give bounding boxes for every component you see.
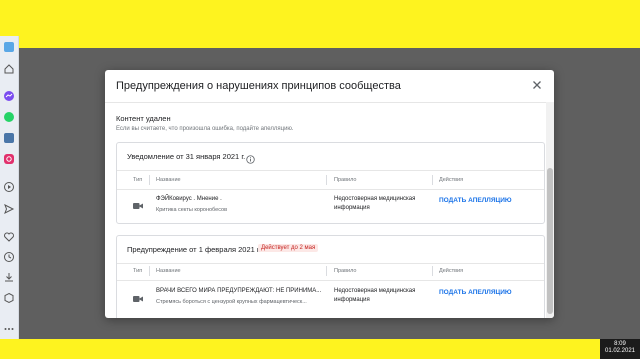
info-icon[interactable] xyxy=(246,151,255,164)
close-icon[interactable] xyxy=(530,78,544,92)
dialog-title: Предупреждения о нарушениях принципов со… xyxy=(116,80,401,92)
notice-card: Уведомление от 31 января 2021 г. Тип Наз… xyxy=(116,142,545,224)
card-heading: Уведомление от 31 января 2021 г. xyxy=(127,152,246,161)
more-icon[interactable] xyxy=(2,322,16,336)
home-icon[interactable] xyxy=(2,62,16,76)
dialog-header: Предупреждения о нарушениях принципов со… xyxy=(105,70,554,103)
clock-time: 8:09 xyxy=(614,341,626,347)
grid-icon[interactable] xyxy=(2,40,16,54)
appeal-button[interactable]: ПОДАТЬ АПЕЛЛЯЦИЮ xyxy=(439,289,512,296)
section-title: Контент удален xyxy=(116,114,171,123)
vk-icon[interactable] xyxy=(2,131,16,145)
divider xyxy=(117,280,544,281)
column-type: Тип xyxy=(133,268,143,274)
column-actions: Действия xyxy=(439,177,464,183)
column-separator xyxy=(149,175,150,185)
column-name: Название xyxy=(156,268,181,274)
row-title[interactable]: ФЭЙКовирус . Мнение . xyxy=(156,196,222,202)
column-separator xyxy=(149,266,150,276)
send-icon[interactable] xyxy=(2,202,16,216)
column-type: Тип xyxy=(133,177,143,183)
row-subtitle: Критика секты коронобесов xyxy=(156,207,227,213)
warning-card: Предупреждение от 1 февраля 2021 г. Дейс… xyxy=(116,235,545,318)
play-icon[interactable] xyxy=(2,180,16,194)
clock-date: 01.02.2021 xyxy=(604,348,636,354)
video-icon xyxy=(133,197,143,209)
row-rule: Недостоверная медицинская информация xyxy=(334,288,416,303)
community-guidelines-dialog: Предупреждения о нарушениях принципов со… xyxy=(105,70,554,318)
instagram-icon[interactable] xyxy=(2,152,16,166)
column-rule: Правило xyxy=(334,268,357,274)
whatsapp-icon[interactable] xyxy=(2,110,16,124)
column-rule: Правило xyxy=(334,177,357,183)
column-name: Название xyxy=(156,177,181,183)
video-icon xyxy=(133,290,143,302)
column-separator xyxy=(432,266,433,276)
column-separator xyxy=(432,175,433,185)
scrollbar-thumb[interactable] xyxy=(547,168,553,314)
yellow-banner-bottom xyxy=(0,339,600,359)
divider xyxy=(117,189,544,190)
row-title[interactable]: ВРАЧИ ВСЕГО МИРА ПРЕДУПРЕЖДАЮТ: НЕ ПРИНИ… xyxy=(156,288,321,294)
browser-sidebar xyxy=(0,36,19,339)
divider xyxy=(117,263,544,264)
heart-icon[interactable] xyxy=(2,230,16,244)
yellow-banner-top xyxy=(0,0,640,48)
taskbar-clock[interactable]: 8:09 01.02.2021 xyxy=(600,339,640,359)
column-actions: Действия xyxy=(439,268,464,274)
card-heading: Предупреждение от 1 февраля 2021 г. xyxy=(127,245,261,254)
cube-icon[interactable] xyxy=(2,291,16,305)
column-separator xyxy=(326,266,327,276)
download-icon[interactable] xyxy=(2,270,16,284)
status-badge: Действует до 2 мая xyxy=(258,244,319,252)
row-subtitle: Стремясь бороться с цензурой крупных фар… xyxy=(156,299,307,305)
column-separator xyxy=(326,175,327,185)
history-icon[interactable] xyxy=(2,250,16,264)
row-rule: Недостоверная медицинская информация xyxy=(334,196,416,211)
messenger-icon[interactable] xyxy=(2,89,16,103)
appeal-button[interactable]: ПОДАТЬ АПЕЛЛЯЦИЮ xyxy=(439,197,512,204)
section-subtitle: Если вы считаете, что произошла ошибка, … xyxy=(116,126,294,132)
divider xyxy=(117,170,544,171)
